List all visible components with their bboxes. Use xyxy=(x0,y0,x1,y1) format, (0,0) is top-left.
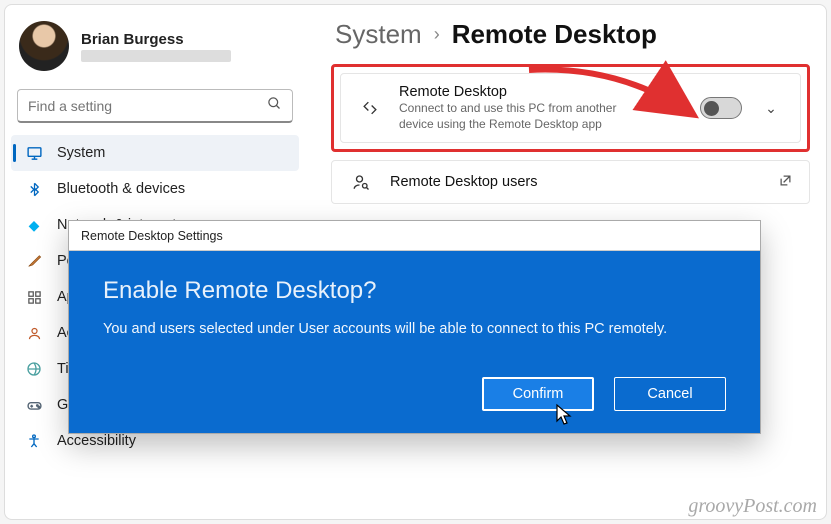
dialog-message: You and users selected under User accoun… xyxy=(103,321,726,337)
sidebar-item-label: Accessibility xyxy=(57,433,136,449)
content-pane: System › Remote Desktop Remote Desktop C… xyxy=(315,5,826,214)
remote-desktop-users-card[interactable]: Remote Desktop users xyxy=(331,160,810,204)
remote-desktop-card[interactable]: Remote Desktop Connect to and use this P… xyxy=(340,73,801,143)
toggle-state-label: Off xyxy=(673,101,690,116)
confirm-button[interactable]: Confirm xyxy=(482,377,594,411)
remote-arrows-icon xyxy=(357,98,383,118)
card-description: Connect to and use this PC from another … xyxy=(399,100,619,132)
monitor-icon xyxy=(25,144,43,162)
search-box[interactable] xyxy=(17,89,293,123)
confirm-dialog: Remote Desktop Settings Enable Remote De… xyxy=(68,220,761,434)
dialog-titlebar: Remote Desktop Settings xyxy=(69,221,760,251)
watermark: groovyPost.com xyxy=(688,495,817,518)
dialog-heading: Enable Remote Desktop? xyxy=(103,277,726,305)
clock-globe-icon xyxy=(25,360,43,378)
avatar xyxy=(19,21,69,71)
sidebar-item-label: System xyxy=(57,145,105,161)
user-name: Brian Burgess xyxy=(81,31,231,48)
card-title: Remote Desktop users xyxy=(390,174,762,190)
user-email-placeholder xyxy=(81,50,231,62)
person-search-icon xyxy=(348,173,374,191)
breadcrumb-parent[interactable]: System xyxy=(335,19,422,50)
apps-icon xyxy=(25,288,43,306)
search-icon xyxy=(267,96,282,116)
cancel-button[interactable]: Cancel xyxy=(614,377,726,411)
chevron-down-icon[interactable]: ⌄ xyxy=(758,100,784,117)
breadcrumb-current: Remote Desktop xyxy=(452,19,657,50)
user-account-row[interactable]: Brian Burgess xyxy=(11,15,299,81)
diamond-icon: ◆ xyxy=(25,216,43,234)
gamepad-icon xyxy=(25,396,43,414)
chevron-right-icon: › xyxy=(434,24,440,45)
search-input[interactable] xyxy=(28,98,267,114)
brush-icon xyxy=(25,252,43,270)
bluetooth-icon xyxy=(25,180,43,198)
accessibility-icon xyxy=(25,432,43,450)
remote-desktop-toggle[interactable] xyxy=(700,97,742,119)
annotation-highlight-box: Remote Desktop Connect to and use this P… xyxy=(331,64,810,152)
open-external-icon xyxy=(778,173,793,191)
sidebar-item-label: Bluetooth & devices xyxy=(57,181,185,197)
breadcrumb: System › Remote Desktop xyxy=(331,15,810,64)
sidebar-item-bluetooth[interactable]: Bluetooth & devices xyxy=(11,171,299,207)
person-icon xyxy=(25,324,43,342)
card-title: Remote Desktop xyxy=(399,84,657,100)
sidebar-item-system[interactable]: System xyxy=(11,135,299,171)
